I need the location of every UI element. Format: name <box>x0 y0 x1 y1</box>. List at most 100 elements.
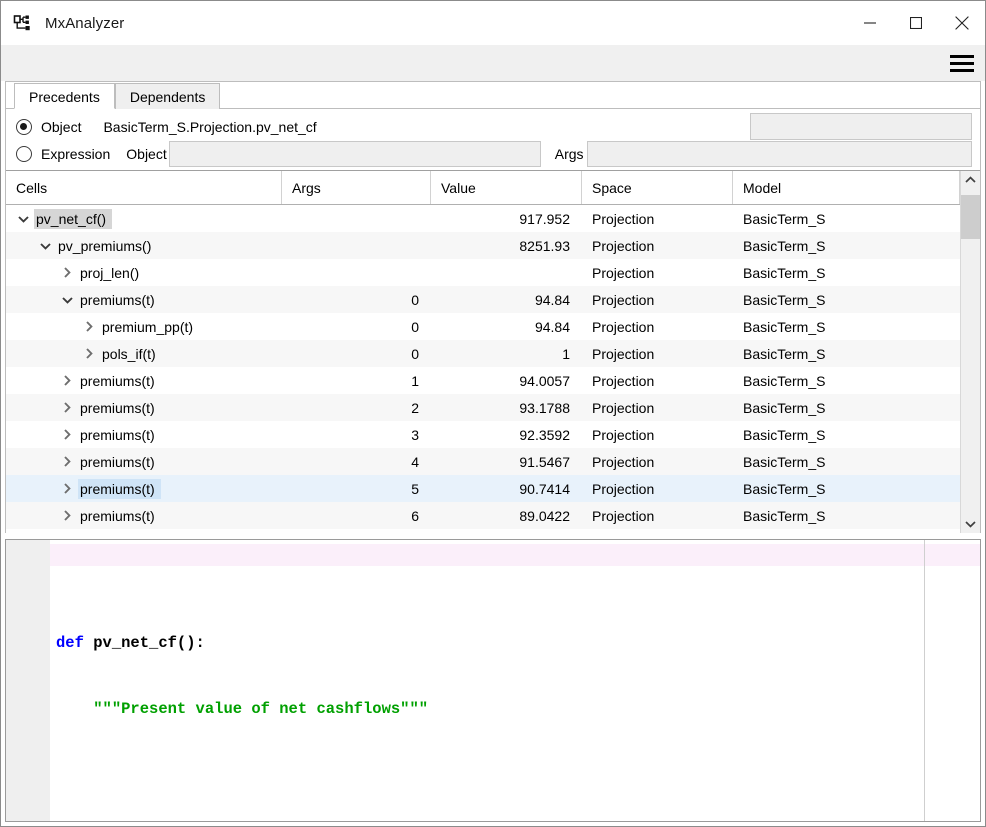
object-radio[interactable] <box>16 118 32 135</box>
hamburger-menu-icon[interactable] <box>947 51 977 75</box>
cell-model: BasicTerm_S <box>743 426 826 443</box>
cell-space: Projection <box>592 264 655 281</box>
table-row[interactable]: premiums(t) 1 94.0057 Projection BasicTerm_S <box>6 367 960 394</box>
cell-space: Projection <box>592 210 655 227</box>
cell-name-label: premiums(t) <box>80 372 155 389</box>
cell-args: 5 <box>411 480 419 497</box>
scroll-down-icon[interactable] <box>961 515 980 533</box>
cell-args: 2 <box>411 399 419 416</box>
mxanalyzer-window: MxAnalyzer Precedents Dependents Object … <box>0 0 986 827</box>
chevron-down-icon[interactable] <box>56 296 78 304</box>
cell-args: 1 <box>411 372 419 389</box>
args-input[interactable] <box>586 140 972 167</box>
chevron-right-icon[interactable] <box>56 510 78 521</box>
table-row[interactable]: premiums(t) 4 91.5467 Projection BasicTerm_S <box>6 448 960 475</box>
grid-body: pv_net_cf() 917.952 Projection BasicTerm_S p… <box>6 205 960 533</box>
table-row[interactable]: premiums(t) 3 92.3592 Projection BasicTerm_S <box>6 421 960 448</box>
cell-args: 4 <box>411 453 419 470</box>
cell-args <box>282 232 431 259</box>
table-row[interactable]: premiums(t) 5 90.7414 Projection BasicTerm_S <box>6 475 960 502</box>
cell-space: Projection <box>592 237 655 254</box>
scroll-up-icon[interactable] <box>961 171 980 189</box>
chevron-right-icon[interactable] <box>56 375 78 386</box>
expression-row: Expression Object Args <box>6 140 980 167</box>
toolbar-strip <box>1 45 985 81</box>
cell-name: pv_net_cf() <box>6 205 282 232</box>
cell-space: Projection <box>592 507 655 524</box>
cell-model: BasicTerm_S <box>743 507 826 524</box>
cell-name: pv_premiums() <box>6 232 282 259</box>
cell-model: BasicTerm_S <box>743 372 826 389</box>
cell-value: 89.0422 <box>519 507 570 524</box>
cell-value: 1 <box>562 345 570 362</box>
expression-radio[interactable] <box>16 145 32 162</box>
chevron-right-icon[interactable] <box>56 402 78 413</box>
chevron-down-icon[interactable] <box>34 242 56 250</box>
cell-name-label: premiums(t) <box>80 453 155 470</box>
cell-value: 94.84 <box>534 318 570 335</box>
code-keyword-def: def <box>56 634 84 652</box>
cell-space: Projection <box>592 291 655 308</box>
cell-name: premiums(t) <box>6 502 282 529</box>
cell-name: premiums(t) <box>6 286 282 313</box>
column-header-model[interactable]: Model <box>733 171 960 204</box>
cell-name: premiums(t) <box>6 421 282 448</box>
cell-name-label: pv_net_cf() <box>34 208 113 229</box>
table-row[interactable]: proj_len() Projection BasicTerm_S <box>6 259 960 286</box>
minimize-button[interactable] <box>847 1 893 45</box>
table-row[interactable]: premiums(t) 0 94.84 Projection BasicTerm_S <box>6 286 960 313</box>
cell-value <box>431 259 582 286</box>
cell-model: BasicTerm_S <box>743 480 826 497</box>
maximize-button[interactable] <box>893 1 939 45</box>
object-path-text: BasicTerm_S.Projection.pv_net_cf <box>103 118 317 135</box>
cell-args: 3 <box>411 426 419 443</box>
column-header-space[interactable]: Space <box>582 171 733 204</box>
column-header-args[interactable]: Args <box>282 171 431 204</box>
cell-value: 93.1788 <box>519 399 570 416</box>
table-row[interactable]: pv_premiums() 8251.93 Projection BasicTerm_… <box>6 232 960 259</box>
cell-value: 91.5467 <box>519 453 570 470</box>
tab-dependents[interactable]: Dependents <box>114 83 221 109</box>
object-extra-field[interactable] <box>750 113 972 140</box>
expression-object-input[interactable] <box>168 140 541 167</box>
grid-vertical-scrollbar[interactable] <box>960 171 980 533</box>
cell-space: Projection <box>592 318 655 335</box>
cell-model: BasicTerm_S <box>743 210 826 227</box>
scrollbar-thumb[interactable] <box>961 195 980 239</box>
table-row[interactable]: premiums(t) 2 93.1788 Projection BasicTerm_S <box>6 394 960 421</box>
chevron-right-icon[interactable] <box>56 429 78 440</box>
table-row[interactable]: premiums(t) 6 89.0422 Projection BasicTerm_S <box>6 502 960 529</box>
cell-space: Projection <box>592 372 655 389</box>
cell-name: proj_len() <box>6 259 282 286</box>
chevron-right-icon[interactable] <box>78 321 100 332</box>
cell-name-label: premiums(t) <box>80 399 155 416</box>
title-bar: MxAnalyzer <box>1 1 985 45</box>
cell-value: 917.952 <box>519 210 570 227</box>
chevron-right-icon[interactable] <box>78 348 100 359</box>
table-row[interactable]: premium_pp(t) 0 94.84 Projection BasicTerm_S <box>6 313 960 340</box>
window-title: MxAnalyzer <box>45 14 125 32</box>
cell-args: 0 <box>411 318 419 335</box>
window-controls <box>847 1 985 45</box>
close-button[interactable] <box>939 1 985 45</box>
cell-name-label: pols_if(t) <box>102 345 156 362</box>
cell-space: Projection <box>592 480 655 497</box>
chevron-right-icon[interactable] <box>56 456 78 467</box>
code-line-1: def pv_net_cf(): <box>50 632 980 654</box>
column-header-cells[interactable]: Cells <box>6 171 282 204</box>
hierarchy-tree-icon <box>13 13 33 33</box>
cell-name-label: premiums(t) <box>80 291 155 308</box>
table-row[interactable]: pols_if(t) 0 1 Projection BasicTerm_S <box>6 340 960 367</box>
cell-model: BasicTerm_S <box>743 345 826 362</box>
code-text[interactable]: def pv_net_cf(): """Present value of net… <box>50 540 980 821</box>
chevron-right-icon[interactable] <box>56 483 78 494</box>
scrollbar-track[interactable] <box>961 189 980 515</box>
precedents-grid: Cells Args Value Space Model pv_net_cf()… <box>6 170 980 533</box>
cell-name: premiums(t) <box>6 475 282 502</box>
table-row[interactable]: pv_net_cf() 917.952 Projection BasicTerm_S <box>6 205 960 232</box>
tab-precedents[interactable]: Precedents <box>14 83 115 109</box>
column-header-value[interactable]: Value <box>431 171 582 204</box>
chevron-down-icon[interactable] <box>12 215 34 223</box>
chevron-right-icon[interactable] <box>56 267 78 278</box>
